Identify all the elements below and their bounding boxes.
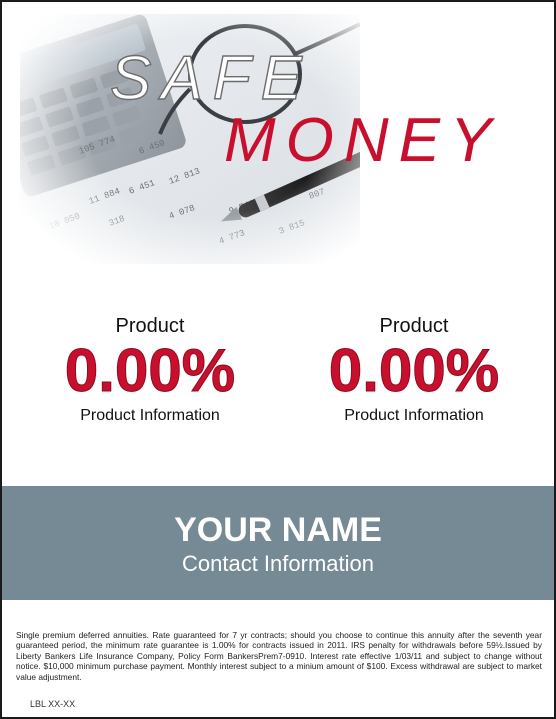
title-money: MONEY bbox=[224, 106, 502, 175]
product-name: Product bbox=[379, 315, 449, 337]
agent-name: YOUR NAME bbox=[174, 511, 382, 549]
product-information: Product Information bbox=[344, 407, 484, 424]
contact-information: Contact Information bbox=[182, 551, 374, 576]
product-name: Product bbox=[115, 315, 185, 337]
product-card-2: Product 0.00% Product Information bbox=[299, 314, 529, 426]
product-information: Product Information bbox=[80, 407, 220, 424]
product-card-1: Product 0.00% Product Information bbox=[35, 314, 265, 426]
flyer-page: 11 884 6 451 12 813 10 050 318 4 078 9 5… bbox=[0, 0, 556, 719]
product-rate: 0.00% bbox=[64, 337, 236, 404]
disclaimer-text: Single premium deferred annuities. Rate … bbox=[16, 630, 542, 682]
title-safe: SAFE bbox=[109, 44, 312, 113]
product-rate: 0.00% bbox=[328, 337, 500, 404]
contact-band: YOUR NAME Contact Information bbox=[2, 486, 554, 600]
label-code: LBL XX-XX bbox=[30, 699, 76, 709]
